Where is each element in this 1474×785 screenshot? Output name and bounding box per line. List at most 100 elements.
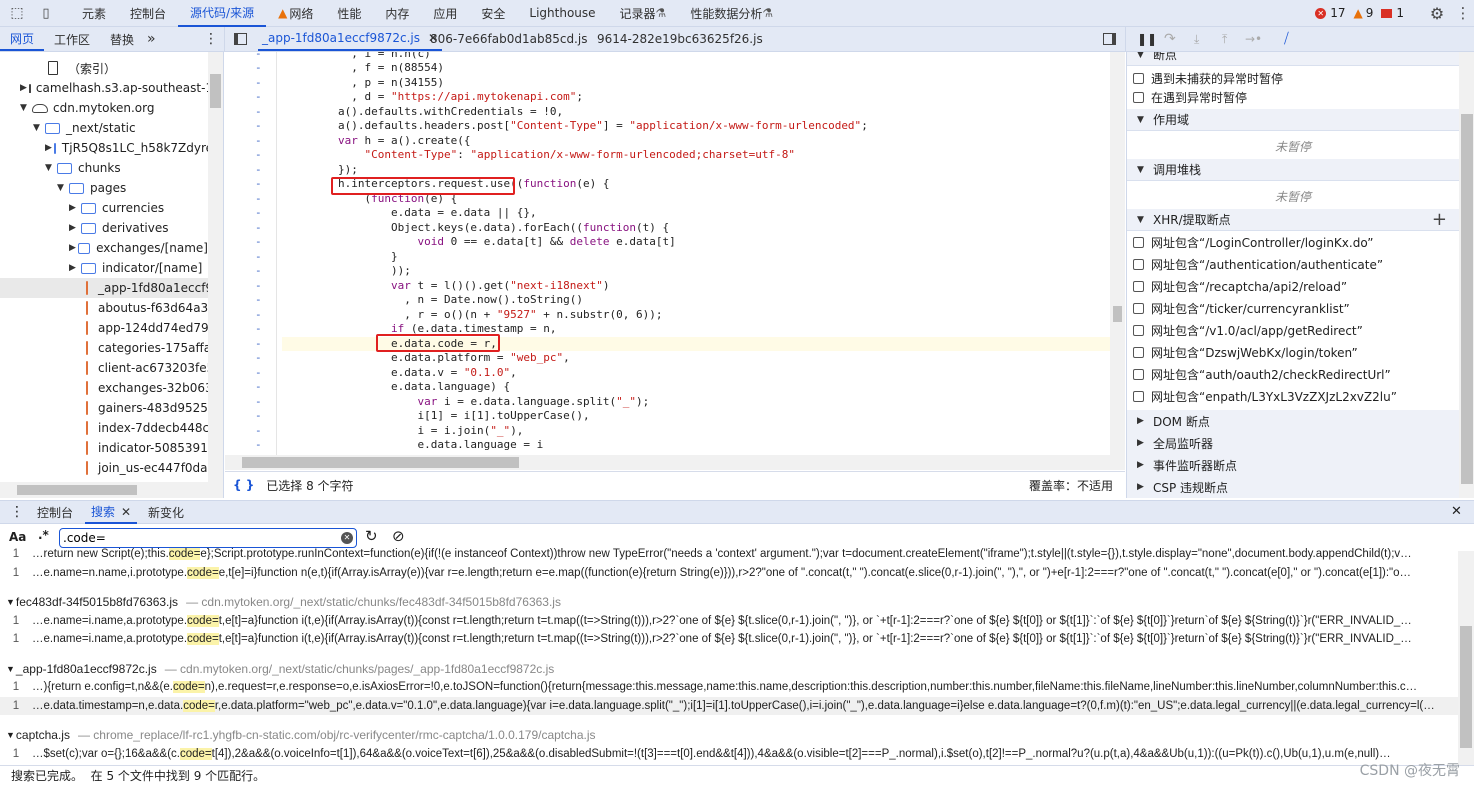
code-line[interactable]: - e.data.code = r, bbox=[225, 337, 1125, 352]
line-number[interactable]: - bbox=[255, 221, 262, 236]
triangle-right-icon[interactable]: ▶ bbox=[69, 223, 79, 233]
pretty-print-icon[interactable]: { } bbox=[233, 478, 254, 492]
tree-item[interactable]: ▼ pages bbox=[0, 178, 208, 198]
toggle-debugger-icon[interactable] bbox=[1103, 27, 1116, 51]
line-number[interactable]: - bbox=[255, 119, 262, 134]
code-line[interactable]: - )); bbox=[225, 264, 1125, 279]
triangle-down-icon[interactable]: ▼ bbox=[33, 123, 43, 133]
triangle-right-icon[interactable]: ▶ bbox=[69, 263, 79, 273]
pause-uncaught-checkbox[interactable]: 遇到未捕获的异常时暂停 bbox=[1133, 69, 1283, 87]
tree-item[interactable]: ▼ cdn.mytoken.org bbox=[0, 98, 208, 118]
panel-tab[interactable]: 性能数据分析 ⚗ bbox=[678, 0, 785, 27]
add-xhr-breakpoint-icon[interactable]: + bbox=[1432, 209, 1447, 230]
code-line[interactable]: - } bbox=[225, 250, 1125, 265]
code-line[interactable]: - , f = n(88554) bbox=[225, 61, 1125, 76]
search-result-row[interactable]: 1 …e.name=i.name,a.prototype.code=t,e[t]=… bbox=[0, 630, 1458, 648]
xhr-breakpoint-item[interactable]: 网址包含“/recaptcha/api2/reload” bbox=[1133, 277, 1347, 295]
section-callstack[interactable]: ▼ 调用堆栈 bbox=[1127, 159, 1459, 181]
line-number[interactable]: - bbox=[255, 279, 262, 294]
panel-tab[interactable]: 应用 bbox=[421, 0, 469, 27]
panel-tab[interactable]: 记录器 ⚗ bbox=[608, 0, 679, 27]
code-line[interactable]: - , p = n(34155) bbox=[225, 76, 1125, 91]
checkbox[interactable] bbox=[1133, 390, 1144, 402]
section-breakpoints[interactable]: ▼ 断点 bbox=[1127, 52, 1459, 66]
drawer-tab-search[interactable]: 搜索 ✕ bbox=[85, 501, 138, 524]
device-toolbar-icon[interactable]: ▯ bbox=[32, 6, 60, 21]
section-scope[interactable]: ▼ 作用域 bbox=[1127, 109, 1459, 131]
panel-tab[interactable]: Lighthouse bbox=[517, 0, 607, 27]
tree-item[interactable]: _app-1fd80a1eccf9872c.js bbox=[0, 278, 208, 298]
panel-tab[interactable]: 性能 bbox=[325, 0, 373, 27]
match-case-toggle[interactable]: Aa bbox=[9, 530, 26, 544]
warning-count-badge[interactable]: ▲ 9 bbox=[1353, 6, 1373, 20]
triangle-right-icon[interactable]: ▶ bbox=[45, 143, 52, 153]
triangle-down-icon[interactable]: ▼ bbox=[57, 183, 67, 193]
drawer-tab-console[interactable]: 控制台 bbox=[37, 501, 73, 524]
line-number[interactable]: - bbox=[255, 351, 262, 366]
xhr-breakpoint-item[interactable]: 网址包含“enpath/L3YxL3VzZXJzL2xvZ2lu” bbox=[1133, 387, 1397, 405]
checkbox[interactable] bbox=[1133, 368, 1144, 380]
code-line[interactable]: - e.data.platform = "web_pc", bbox=[225, 351, 1125, 366]
pause-caught-checkbox[interactable]: 在遇到异常时暂停 bbox=[1133, 88, 1247, 106]
xhr-breakpoint-item[interactable]: 网址包含“/authentication/authenticate” bbox=[1133, 255, 1383, 273]
search-result-row[interactable]: 1 …$set(c);var o={};16&a&&(c.code=t[4]),2… bbox=[0, 745, 1458, 763]
pause-icon[interactable]: ❚❚ bbox=[1137, 27, 1157, 51]
checkbox[interactable] bbox=[1133, 258, 1144, 270]
line-number[interactable]: - bbox=[255, 308, 262, 323]
tree-item[interactable]: ▶ exchanges/[name] bbox=[0, 238, 208, 258]
code-line[interactable]: - , n = Date.now().toString() bbox=[225, 293, 1125, 308]
tree-item[interactable]: ▶ derivatives bbox=[0, 218, 208, 238]
triangle-right-icon[interactable]: ▶ bbox=[69, 203, 79, 213]
step-icon[interactable]: →• bbox=[1245, 27, 1262, 51]
settings-gear-icon[interactable]: ⚙ bbox=[1422, 4, 1452, 23]
navigator-vertical-scrollbar[interactable] bbox=[208, 52, 223, 482]
tree-item[interactable]: join_us-ec447f0dabc bbox=[0, 458, 208, 478]
tree-item[interactable]: gainers-483d95257a bbox=[0, 398, 208, 418]
panel-tab[interactable]: 元素 bbox=[70, 0, 118, 27]
code-line[interactable]: - e.data = e.data || {}, bbox=[225, 206, 1125, 221]
line-number[interactable]: - bbox=[255, 235, 262, 250]
tree-item[interactable]: ▶ TjR5Q8s1LC_h58k7Zdyre bbox=[0, 138, 208, 158]
clear-search-icon[interactable]: ✕ bbox=[341, 532, 353, 544]
drawer-tab-changes[interactable]: 新变化 bbox=[148, 501, 184, 524]
line-number[interactable]: - bbox=[255, 293, 262, 308]
code-line[interactable]: - Object.keys(e.data).forEach((function(… bbox=[225, 221, 1125, 236]
issues-count-badge[interactable]: 1 bbox=[1381, 6, 1404, 20]
xhr-breakpoint-item[interactable]: 网址包含“/LoginController/loginKx.do” bbox=[1133, 233, 1373, 251]
tree-item[interactable]: ▶ camelhash.s3.ap-southeast-1.amazonaws.c… bbox=[0, 78, 208, 98]
code-line[interactable]: - , d = "https://api.mytokenapi.com"; bbox=[225, 90, 1125, 105]
debugger-vertical-scrollbar[interactable] bbox=[1459, 52, 1474, 498]
result-file-header[interactable]: ▼ fec483df-34f5015b8fd76363.js — cdn.mytok… bbox=[6, 593, 561, 611]
panel-tab[interactable]: 控制台 bbox=[118, 0, 178, 27]
code-line[interactable]: - }); bbox=[225, 163, 1125, 178]
result-file-header[interactable]: ▼ _app-1fd80a1eccf9872c.js — cdn.mytoken.o… bbox=[6, 660, 554, 678]
code-line[interactable]: - e.data.v = "0.1.0", bbox=[225, 366, 1125, 381]
xhr-breakpoint-item[interactable]: 网址包含“/v1.0/acl/app/getRedirect” bbox=[1133, 321, 1363, 339]
panel-tab[interactable]: 内存 bbox=[373, 0, 421, 27]
line-number[interactable]: - bbox=[255, 76, 262, 91]
triangle-right-icon[interactable]: ▶ bbox=[69, 243, 76, 253]
code-line[interactable]: - var h = a().create({ bbox=[225, 134, 1125, 149]
checkbox[interactable] bbox=[1133, 324, 1144, 336]
code-line[interactable]: - var t = l()().get("next-i18next") bbox=[225, 279, 1125, 294]
checkbox[interactable] bbox=[1133, 72, 1144, 84]
xhr-breakpoint-item[interactable]: 网址包含“DzswjWebKx/login/token” bbox=[1133, 343, 1358, 361]
step-out-icon[interactable]: ⤒ bbox=[1222, 27, 1227, 51]
triangle-down-icon[interactable]: ▼ bbox=[45, 163, 55, 173]
inspect-element-icon[interactable]: ⬚ bbox=[2, 5, 32, 21]
line-number[interactable]: - bbox=[255, 438, 262, 453]
tree-item[interactable]: ▼ chunks bbox=[0, 158, 208, 178]
line-number[interactable]: - bbox=[255, 322, 262, 337]
line-number[interactable]: - bbox=[255, 337, 262, 352]
tree-item[interactable]: ▶ indicator/[name] bbox=[0, 258, 208, 278]
code-line[interactable]: - var i = e.data.language.split("_"); bbox=[225, 395, 1125, 410]
tree-item[interactable]: app-124dd74ed79bb bbox=[0, 318, 208, 338]
search-result-row[interactable]: 1 …e.name=i.name,a.prototype.code=t,e[t]=… bbox=[0, 612, 1458, 630]
navigator-tab-page[interactable]: 网页 bbox=[0, 27, 44, 51]
close-tab-icon[interactable]: ✕ bbox=[121, 505, 131, 519]
line-number[interactable]: - bbox=[255, 148, 262, 163]
clear-results-icon[interactable]: ⊘ bbox=[392, 527, 405, 545]
line-number[interactable]: - bbox=[255, 134, 262, 149]
editor-tab-app-js[interactable]: _app-1fd80a1eccf9872c.js ✕ bbox=[258, 27, 443, 51]
code-line[interactable]: - i = i.join("_"), bbox=[225, 424, 1125, 439]
